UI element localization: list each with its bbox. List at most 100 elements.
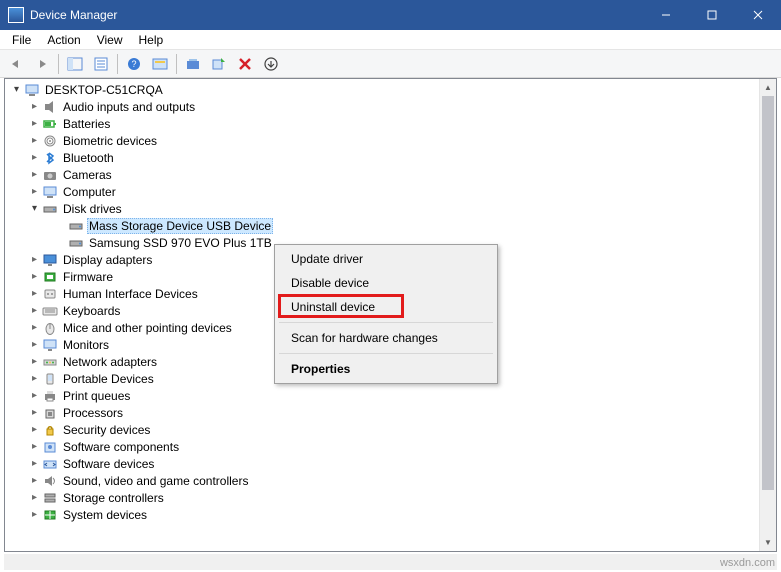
expander-icon[interactable] (27, 135, 42, 146)
expander-icon[interactable] (27, 356, 42, 367)
scroll-track[interactable] (760, 96, 776, 534)
tree-node[interactable]: Audio inputs and outputs (5, 98, 759, 115)
computer-icon (42, 184, 58, 200)
expander-icon[interactable] (27, 254, 42, 265)
cpu-icon (42, 405, 58, 421)
tree-node[interactable]: Sound, video and game controllers (5, 472, 759, 489)
toolbar-back-button[interactable] (4, 52, 28, 76)
tree-node[interactable]: Software components (5, 438, 759, 455)
scroll-thumb[interactable] (762, 96, 774, 490)
toolbar-help-button[interactable]: ? (122, 52, 146, 76)
tree-node-label: Cameras (61, 168, 114, 182)
monitor-icon (42, 337, 58, 353)
tree-node[interactable]: Security devices (5, 421, 759, 438)
toolbar-action-button[interactable] (148, 52, 172, 76)
tree-node[interactable]: Cameras (5, 166, 759, 183)
printer-icon (42, 388, 58, 404)
expander-icon[interactable] (27, 169, 42, 180)
tree-node-label: Keyboards (61, 304, 122, 318)
tree-node[interactable]: Bluetooth (5, 149, 759, 166)
tree-node[interactable]: Software devices (5, 455, 759, 472)
minimize-button[interactable] (643, 0, 689, 30)
expander-icon[interactable] (27, 373, 42, 384)
firmware-icon (42, 269, 58, 285)
tree-node[interactable]: Disk drives (5, 200, 759, 217)
toolbar-uninstall-button[interactable] (233, 52, 257, 76)
expander-icon[interactable] (27, 492, 42, 503)
toolbar-separator (117, 54, 118, 74)
toolbar-forward-button[interactable] (30, 52, 54, 76)
tree-node[interactable]: System devices (5, 506, 759, 523)
tree-node-label: Portable Devices (61, 372, 156, 386)
menu-action[interactable]: Action (39, 31, 88, 49)
tree-node[interactable]: Mass Storage Device USB Device (5, 217, 759, 234)
tree-node-label: Biometric devices (61, 134, 159, 148)
expander-icon[interactable] (27, 118, 42, 129)
tree-node-label: System devices (61, 508, 149, 522)
expander-icon[interactable] (27, 458, 42, 469)
context-update-driver[interactable]: Update driver (277, 247, 495, 271)
expander-icon[interactable] (27, 152, 42, 163)
expander-icon[interactable] (27, 390, 42, 401)
expander-icon[interactable] (27, 271, 42, 282)
tree-node[interactable]: Processors (5, 404, 759, 421)
expander-icon[interactable] (27, 101, 42, 112)
toolbar-separator (176, 54, 177, 74)
expander-icon[interactable] (27, 288, 42, 299)
tree-node-label: Mass Storage Device USB Device (87, 218, 273, 234)
security-icon (42, 422, 58, 438)
toolbar-console-tree-button[interactable] (63, 52, 87, 76)
expander-icon[interactable] (9, 84, 24, 95)
tree-node[interactable]: Storage controllers (5, 489, 759, 506)
expander-icon[interactable] (27, 424, 42, 435)
audio-icon (42, 99, 58, 115)
softdev-icon (42, 456, 58, 472)
expander-icon[interactable] (27, 339, 42, 350)
tree-node[interactable]: Biometric devices (5, 132, 759, 149)
disk-icon (42, 201, 58, 217)
tree-node-label: Security devices (61, 423, 152, 437)
vertical-scrollbar[interactable]: ▲ ▼ (759, 79, 776, 551)
expander-icon[interactable] (27, 475, 42, 486)
context-uninstall-device[interactable]: Uninstall device (277, 295, 495, 319)
toolbar-add-legacy-button[interactable] (259, 52, 283, 76)
expander-icon[interactable] (27, 305, 42, 316)
maximize-button[interactable] (689, 0, 735, 30)
context-properties[interactable]: Properties (277, 357, 495, 381)
toolbar-properties-button[interactable] (89, 52, 113, 76)
toolbar-update-driver-button[interactable] (181, 52, 205, 76)
tree-root[interactable]: DESKTOP-C51CRQA (5, 81, 759, 98)
menu-bar: File Action View Help (0, 30, 781, 50)
scroll-down-button[interactable]: ▼ (760, 534, 776, 551)
context-menu: Update driver Disable device Uninstall d… (274, 244, 498, 384)
tree-node-label: Display adapters (61, 253, 154, 267)
tree-node-label: Network adapters (61, 355, 159, 369)
biometric-icon (42, 133, 58, 149)
disk-icon (68, 218, 84, 234)
storage-icon (42, 490, 58, 506)
menu-file[interactable]: File (4, 31, 39, 49)
expander-icon[interactable] (27, 203, 42, 214)
disk-icon (68, 235, 84, 251)
tree-node[interactable]: Print queues (5, 387, 759, 404)
toolbar-scan-hardware-button[interactable] (207, 52, 231, 76)
tree-node[interactable]: Computer (5, 183, 759, 200)
menu-help[interactable]: Help (131, 31, 172, 49)
expander-icon[interactable] (27, 509, 42, 520)
close-button[interactable] (735, 0, 781, 30)
scroll-up-button[interactable]: ▲ (760, 79, 776, 96)
tree-node[interactable]: Batteries (5, 115, 759, 132)
tree-node-label: Firmware (61, 270, 115, 284)
expander-icon[interactable] (27, 441, 42, 452)
svg-text:?: ? (131, 59, 136, 69)
softcomp-icon (42, 439, 58, 455)
context-scan-hardware[interactable]: Scan for hardware changes (277, 326, 495, 350)
context-disable-device[interactable]: Disable device (277, 271, 495, 295)
expander-icon[interactable] (27, 322, 42, 333)
watermark: wsxdn.com (720, 557, 775, 569)
menu-view[interactable]: View (89, 31, 131, 49)
expander-icon[interactable] (27, 407, 42, 418)
expander-icon[interactable] (27, 186, 42, 197)
context-separator (279, 353, 493, 354)
tree-root-label: DESKTOP-C51CRQA (43, 83, 165, 97)
